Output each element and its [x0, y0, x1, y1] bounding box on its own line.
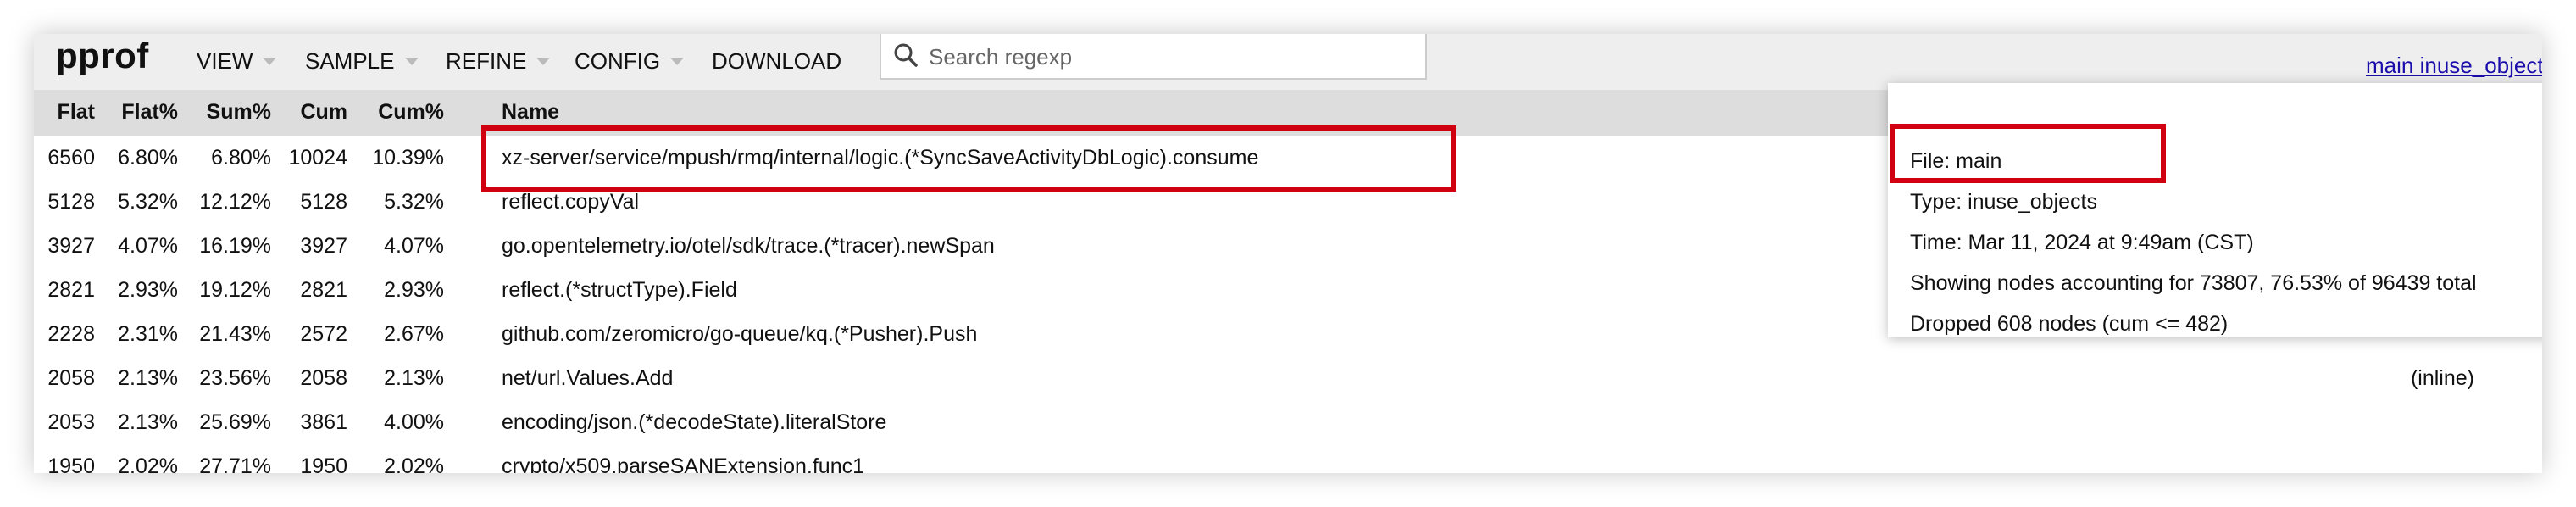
cell-name: crypto/x509.parseSANExtension.func1	[502, 454, 865, 473]
cell-flat: 1950	[47, 454, 95, 473]
cell-name: reflect.(*structType).Field	[502, 278, 737, 302]
cell-cum-pct: 4.07%	[384, 234, 444, 258]
search-icon	[894, 43, 918, 67]
cell-name: go.opentelemetry.io/otel/sdk/trace.(*tra…	[502, 234, 995, 258]
info-type: Type: inuse_objects	[1910, 190, 2097, 214]
cell-flat: 2228	[47, 322, 95, 346]
column-header-sum-pct[interactable]: Sum%	[186, 100, 271, 125]
cell-sum-pct: 16.19%	[199, 234, 271, 258]
cell-cum: 3861	[300, 410, 347, 434]
menu-refine-label: REFINE	[446, 48, 527, 74]
info-time: Time: Mar 11, 2024 at 9:49am (CST)	[1910, 231, 2254, 254]
chevron-down-icon	[404, 57, 419, 65]
cell-cum: 1950	[300, 454, 347, 473]
table-row[interactable]: 2058 2.13% 23.56% 2058 2.13% net/url.Val…	[34, 356, 2542, 400]
cell-cum: 5128	[300, 190, 347, 214]
search-box	[880, 34, 1427, 80]
menu-view-label: VIEW	[197, 48, 253, 74]
column-header-name[interactable]: Name	[502, 100, 559, 125]
cell-sum-pct: 27.71%	[199, 454, 271, 473]
menu-config-label: CONFIG	[575, 48, 661, 74]
column-header-cum[interactable]: Cum	[280, 100, 347, 125]
highlight-box-function-name	[481, 125, 1456, 192]
info-dropped: Dropped 608 nodes (cum <= 482)	[1910, 312, 2229, 336]
cell-note: (inline)	[2410, 366, 2474, 390]
menu-sample-label: SAMPLE	[305, 48, 395, 74]
cell-name: github.com/zeromicro/go-queue/kq.(*Pushe…	[502, 322, 978, 346]
column-header-flat[interactable]: Flat	[34, 100, 95, 125]
cell-flat-pct: 2.13%	[118, 366, 178, 390]
cell-cum: 2058	[300, 366, 347, 390]
cell-name: encoding/json.(*decodeState).literalStor…	[502, 410, 887, 434]
cell-flat-pct: 2.13%	[118, 410, 178, 434]
cell-sum-pct: 23.56%	[199, 366, 271, 390]
chevron-down-icon	[536, 57, 551, 65]
cell-sum-pct: 21.43%	[199, 322, 271, 346]
pprof-window: pprof VIEW SAMPLE REFINE CONFIG DOWNLOAD	[34, 34, 2542, 473]
column-header-flat-pct[interactable]: Flat%	[102, 100, 178, 125]
cell-cum-pct: 2.13%	[384, 366, 444, 390]
cell-cum-pct: 4.00%	[384, 410, 444, 434]
cell-flat-pct: 2.93%	[118, 278, 178, 302]
column-header-cum-pct[interactable]: Cum%	[356, 100, 444, 125]
cell-cum: 2572	[300, 322, 347, 346]
cell-sum-pct: 25.69%	[199, 410, 271, 434]
cell-flat: 3927	[47, 234, 95, 258]
cell-flat: 6560	[47, 146, 95, 170]
cell-cum-pct: 5.32%	[384, 190, 444, 214]
top-bar: pprof VIEW SAMPLE REFINE CONFIG DOWNLOAD	[34, 34, 2542, 90]
cell-flat-pct: 2.31%	[118, 322, 178, 346]
profile-info-popup: File: main Type: inuse_objects Time: Mar…	[1888, 83, 2542, 337]
cell-flat: 2058	[47, 366, 95, 390]
cell-flat-pct: 2.02%	[118, 454, 178, 473]
menu-download[interactable]: DOWNLOAD	[712, 42, 841, 80]
cell-flat: 2053	[47, 410, 95, 434]
cell-flat: 2821	[47, 278, 95, 302]
cell-cum-pct: 2.02%	[384, 454, 444, 473]
pprof-logo[interactable]: pprof	[56, 36, 149, 76]
cell-flat-pct: 5.32%	[118, 190, 178, 214]
menu-sample[interactable]: SAMPLE	[305, 42, 419, 80]
cell-sum-pct: 6.80%	[211, 146, 271, 170]
menu-download-label: DOWNLOAD	[712, 48, 842, 74]
info-showing: Showing nodes accounting for 73807, 76.5…	[1910, 271, 2477, 295]
cell-name: reflect.copyVal	[502, 190, 640, 214]
cell-cum: 2821	[300, 278, 347, 302]
menu-config[interactable]: CONFIG	[575, 42, 685, 80]
cell-sum-pct: 12.12%	[199, 190, 271, 214]
search-input[interactable]	[927, 39, 1405, 75]
cell-flat-pct: 4.07%	[118, 234, 178, 258]
highlight-box-type	[1890, 124, 2166, 183]
cell-name: net/url.Values.Add	[502, 366, 674, 390]
menu-view[interactable]: VIEW	[197, 42, 277, 80]
cell-cum: 3927	[300, 234, 347, 258]
chevron-down-icon	[263, 57, 277, 65]
table-row[interactable]: 2053 2.13% 25.69% 3861 4.00% encoding/js…	[34, 400, 2542, 444]
cell-cum-pct: 2.67%	[384, 322, 444, 346]
cell-sum-pct: 19.12%	[199, 278, 271, 302]
cell-cum-pct: 2.93%	[384, 278, 444, 302]
table-row[interactable]: 1950 2.02% 27.71% 1950 2.02% crypto/x509…	[34, 444, 2542, 473]
cell-flat: 5128	[47, 190, 95, 214]
cell-flat-pct: 6.80%	[118, 146, 178, 170]
menu-refine[interactable]: REFINE	[446, 42, 551, 80]
chevron-down-icon	[670, 57, 685, 65]
profile-title-link[interactable]: main inuse_objects	[2366, 53, 2542, 79]
cell-cum-pct: 10.39%	[372, 146, 444, 170]
cell-cum: 10024	[288, 146, 347, 170]
